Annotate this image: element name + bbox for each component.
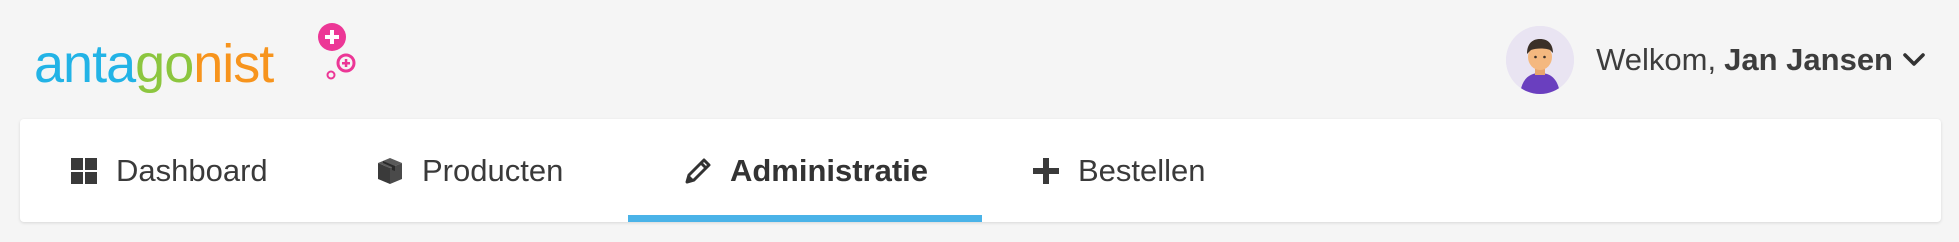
box-icon xyxy=(374,155,406,187)
tab-order[interactable]: Bestellen xyxy=(1030,119,1206,222)
svg-text:antagonist: antagonist xyxy=(34,34,274,94)
user-avatar[interactable] xyxy=(1506,26,1575,94)
user-name: Jan Jansen xyxy=(1724,42,1893,77)
welcome-greeting: Welkom, xyxy=(1596,42,1717,77)
active-tab-indicator xyxy=(628,215,982,222)
user-menu[interactable]: Welkom, Jan Jansen xyxy=(1506,25,1927,95)
antagonist-logo[interactable]: antagonist xyxy=(34,18,374,98)
chevron-down-icon[interactable] xyxy=(1901,47,1927,73)
grid-icon xyxy=(68,155,100,187)
tab-order-label: Bestellen xyxy=(1078,152,1206,188)
tab-administration[interactable]: Administratie xyxy=(628,119,982,222)
welcome-text[interactable]: Welkom, Jan Jansen xyxy=(1596,42,1927,78)
header: antagonist Welkom, Jan Jansen xyxy=(0,0,1959,118)
logo-bubbles-icon xyxy=(318,23,356,80)
tab-products[interactable]: Producten xyxy=(374,119,563,222)
pencil-icon xyxy=(682,155,714,187)
tab-dashboard-label: Dashboard xyxy=(116,152,268,188)
tab-dashboard[interactable]: Dashboard xyxy=(68,119,268,222)
tab-administration-label: Administratie xyxy=(729,152,929,188)
plus-icon xyxy=(1030,155,1062,187)
tab-products-label: Producten xyxy=(422,152,564,188)
main-nav: Dashboard Producten Administratie Bestel… xyxy=(20,119,1941,222)
